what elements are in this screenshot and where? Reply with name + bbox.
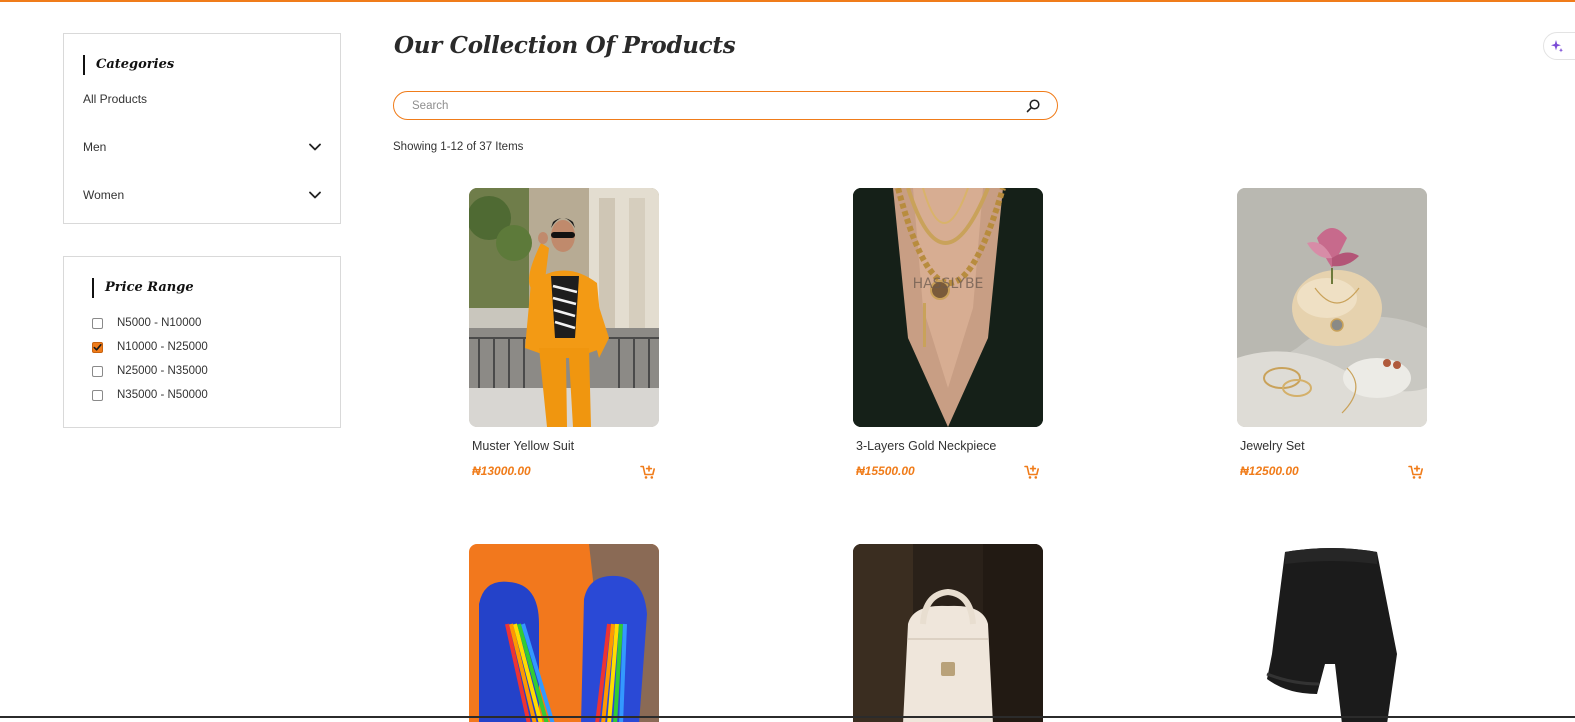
price-option-35000-50000[interactable]: N35000 - N50000 bbox=[92, 387, 208, 403]
top-accent-bar bbox=[0, 0, 1575, 2]
search-icon[interactable] bbox=[1025, 98, 1041, 114]
category-label: Men bbox=[83, 140, 107, 154]
chevron-down-icon[interactable] bbox=[307, 187, 323, 203]
product-image-slippers[interactable] bbox=[469, 544, 659, 722]
price-option-5000-10000[interactable]: N5000 - N10000 bbox=[92, 315, 201, 331]
product-name[interactable]: Muster Yellow Suit bbox=[472, 439, 574, 453]
product-image-gold-neckpiece[interactable]: HASSLYBE bbox=[853, 188, 1043, 427]
price-option-10000-25000[interactable]: N10000 - N25000 bbox=[92, 339, 208, 355]
categories-title: Categories bbox=[83, 55, 174, 75]
price-option-25000-35000[interactable]: N25000 - N35000 bbox=[92, 363, 208, 379]
search-input[interactable] bbox=[412, 97, 1002, 114]
product-image-yellow-suit[interactable] bbox=[469, 188, 659, 427]
search-bar bbox=[393, 91, 1058, 120]
product-price: ₦13000.00 bbox=[472, 464, 531, 478]
chevron-down-icon[interactable] bbox=[307, 139, 323, 155]
product-price: ₦15500.00 bbox=[856, 464, 915, 478]
check-icon bbox=[93, 343, 102, 351]
categories-panel: Categories All Products Men Women bbox=[63, 33, 341, 224]
category-label: Women bbox=[83, 188, 125, 202]
product-image-handbag[interactable] bbox=[853, 544, 1043, 722]
product-image-black-joggers[interactable] bbox=[1237, 544, 1427, 722]
sparkle-icon bbox=[1551, 40, 1563, 53]
category-men[interactable]: Men bbox=[83, 138, 323, 156]
price-range-title: Price Range bbox=[92, 278, 194, 298]
price-checkbox[interactable] bbox=[92, 317, 103, 329]
product-name[interactable]: Jewelry Set bbox=[1240, 439, 1305, 453]
product-name[interactable]: 3-Layers Gold Neckpiece bbox=[856, 439, 996, 453]
category-women[interactable]: Women bbox=[83, 186, 323, 204]
category-all-products[interactable]: All Products bbox=[83, 90, 323, 108]
svg-text:HASSLYBE: HASSLYBE bbox=[913, 276, 984, 292]
product-price: ₦12500.00 bbox=[1240, 464, 1299, 478]
horizontal-scrollbar[interactable] bbox=[0, 716, 1575, 718]
page-title: Our Collection Of Products bbox=[394, 32, 736, 59]
price-checkbox[interactable] bbox=[92, 341, 103, 353]
price-checkbox[interactable] bbox=[92, 365, 103, 377]
add-to-cart-icon[interactable] bbox=[640, 464, 656, 480]
price-checkbox[interactable] bbox=[92, 389, 103, 401]
product-image-jewelry-set[interactable] bbox=[1237, 188, 1427, 427]
add-to-cart-icon[interactable] bbox=[1408, 464, 1424, 480]
price-option-label: N5000 - N10000 bbox=[117, 317, 202, 329]
price-range-panel: Price Range N5000 - N10000 N10000 - N250… bbox=[63, 256, 341, 428]
price-option-label: N10000 - N25000 bbox=[117, 341, 208, 353]
add-to-cart-icon[interactable] bbox=[1024, 464, 1040, 480]
results-count: Showing 1-12 of 37 Items bbox=[393, 141, 524, 153]
price-option-label: N25000 - N35000 bbox=[117, 365, 208, 377]
assistant-button[interactable] bbox=[1543, 32, 1575, 60]
price-option-label: N35000 - N50000 bbox=[117, 389, 208, 401]
category-label: All Products bbox=[83, 92, 148, 106]
